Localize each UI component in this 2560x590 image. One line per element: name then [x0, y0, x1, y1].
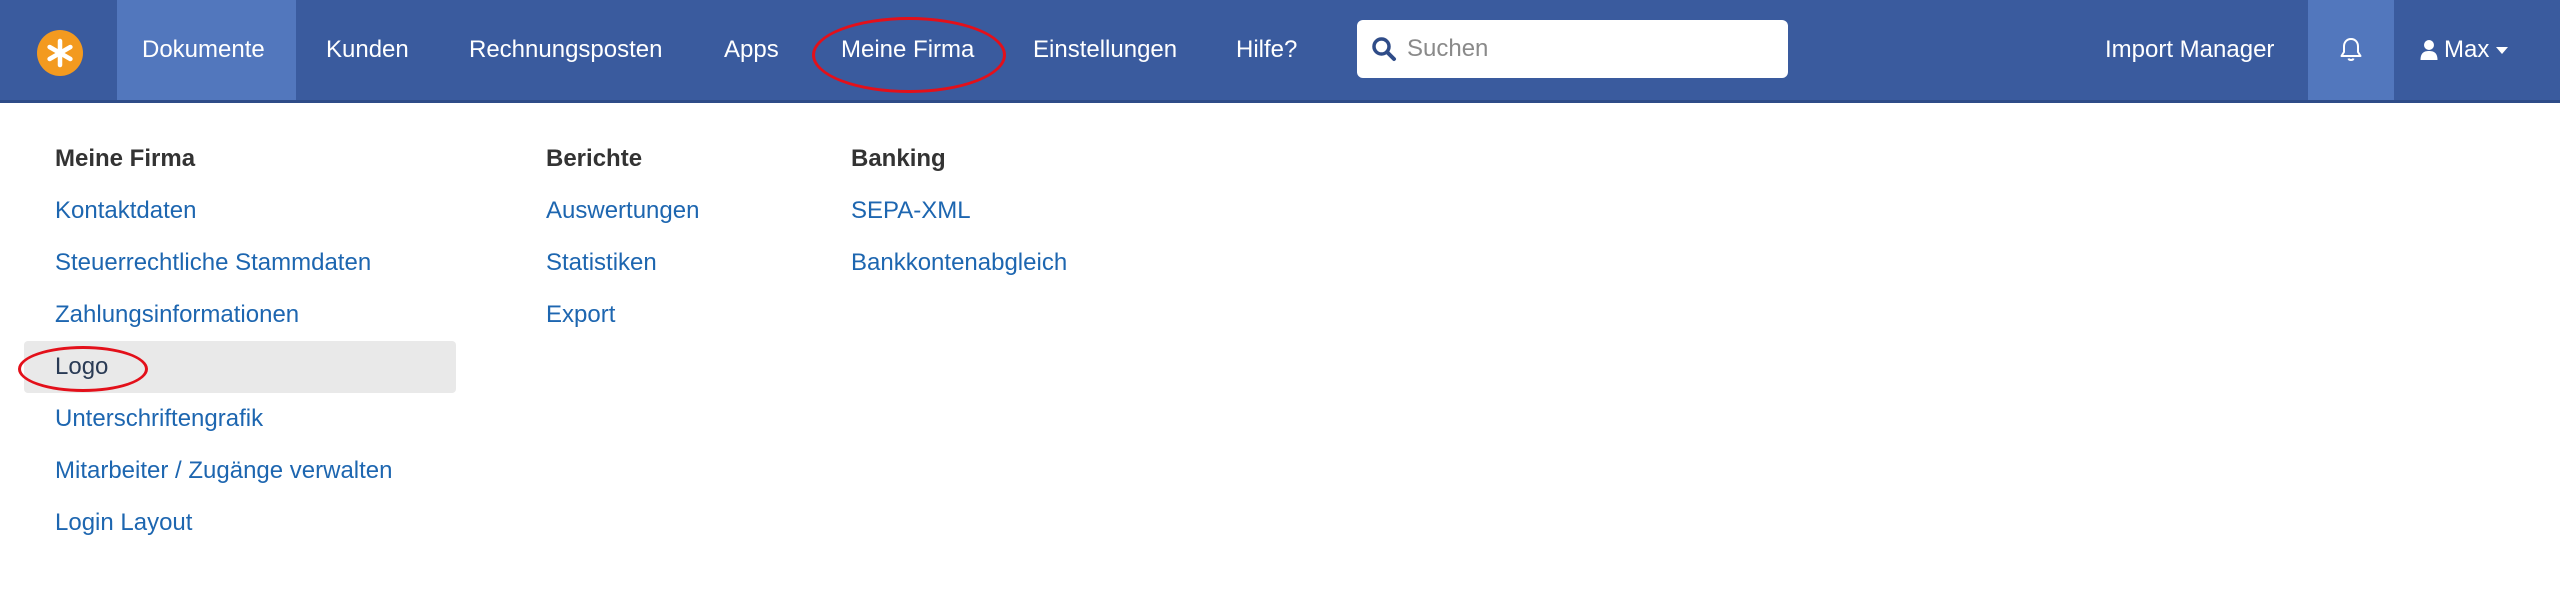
column-heading-berichte: Berichte [546, 145, 643, 172]
nav-item-hilfe[interactable]: Hilfe? [1236, 0, 1297, 100]
nav-item-apps[interactable]: Apps [724, 0, 779, 100]
asterisk-logo-icon[interactable] [37, 30, 83, 76]
import-manager-link[interactable]: Import Manager [2105, 0, 2274, 100]
nav-item-dokumente[interactable]: Dokumente [117, 0, 296, 100]
nav-item-rechnungsposten[interactable]: Rechnungsposten [469, 0, 662, 100]
menu-link-logo[interactable]: Logo [55, 353, 108, 381]
menu-link-login-layout[interactable]: Login Layout [55, 509, 192, 537]
search-box[interactable] [1357, 20, 1788, 78]
user-icon [2420, 39, 2438, 61]
notifications-button[interactable] [2308, 0, 2394, 100]
nav-item-meine-firma[interactable]: Meine Firma [841, 0, 974, 100]
search-input[interactable] [1405, 34, 1779, 64]
menu-link-mitarbeiter-zugaenge[interactable]: Mitarbeiter / Zugänge verwalten [55, 457, 393, 485]
menu-link-auswertungen[interactable]: Auswertungen [546, 197, 699, 225]
nav-item-kunden[interactable]: Kunden [326, 0, 409, 100]
user-menu[interactable]: Max [2420, 0, 2509, 100]
user-name: Max [2444, 36, 2490, 63]
menu-link-sepa-xml[interactable]: SEPA-XML [851, 197, 971, 225]
menu-link-kontaktdaten[interactable]: Kontaktdaten [55, 197, 196, 225]
top-navbar: Dokumente Kunden Rechnungsposten Apps Me… [0, 0, 2560, 103]
search-icon [1371, 36, 1397, 62]
menu-link-unterschriftengrafik[interactable]: Unterschriftengrafik [55, 405, 263, 433]
menu-link-zahlungsinformationen[interactable]: Zahlungsinformationen [55, 301, 299, 329]
menu-link-steuerrechtliche-stammdaten[interactable]: Steuerrechtliche Stammdaten [55, 249, 371, 277]
menu-link-statistiken[interactable]: Statistiken [546, 249, 657, 277]
nav-item-einstellungen[interactable]: Einstellungen [1033, 0, 1177, 100]
menu-link-export[interactable]: Export [546, 301, 615, 329]
column-heading-meine-firma: Meine Firma [55, 145, 196, 172]
menu-link-bankkontenabgleich[interactable]: Bankkontenabgleich [851, 249, 1067, 277]
bell-icon [2338, 36, 2364, 64]
caret-down-icon [2495, 45, 2509, 55]
column-heading-banking: Banking [851, 145, 946, 172]
